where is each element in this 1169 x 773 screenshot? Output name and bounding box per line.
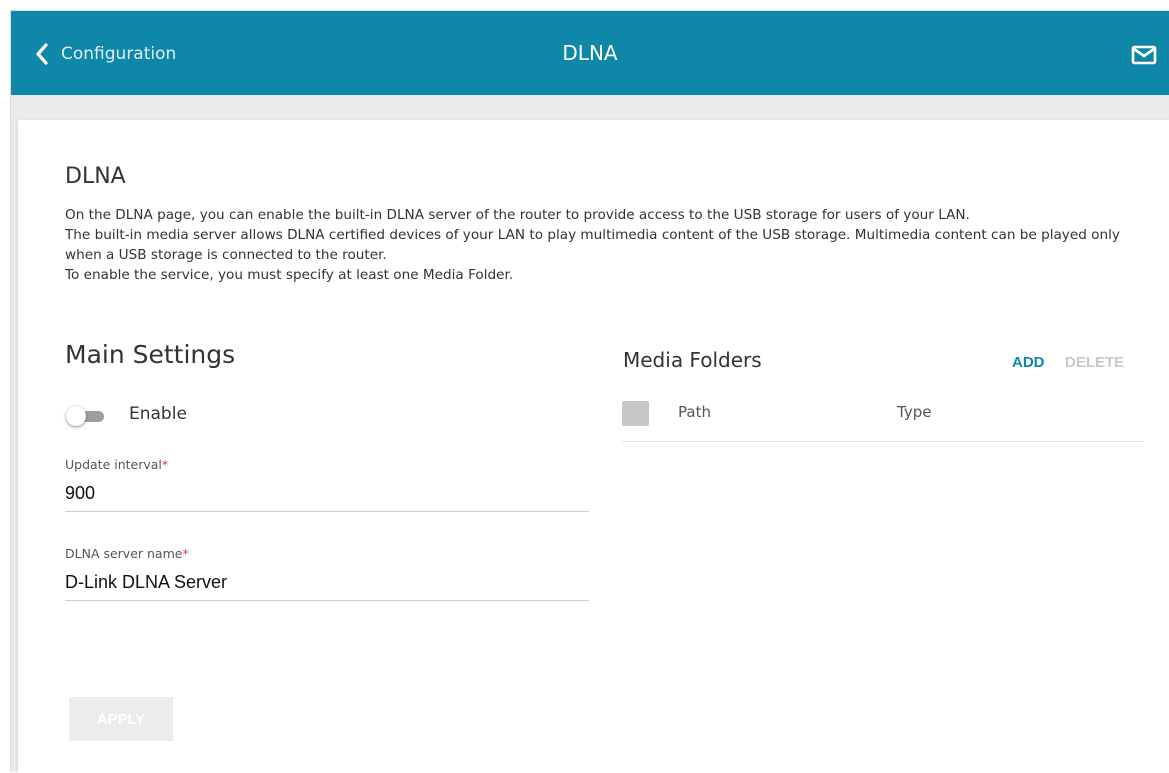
update-interval-input[interactable]: 900 [65, 483, 589, 511]
description-line: On the DLNA page, you can enable the bui… [65, 207, 970, 223]
toggle-knob [66, 406, 86, 426]
envelope-icon[interactable] [1131, 45, 1157, 69]
enable-toggle[interactable] [66, 405, 110, 427]
content-card: DLNA On the DLNA page, you can enable th… [18, 120, 1169, 773]
column-header-path: Path [678, 403, 711, 421]
select-all-checkbox[interactable] [622, 401, 649, 426]
add-button[interactable]: ADD [1012, 354, 1045, 371]
app-window: Configuration DLNA DLNA On the DLNA page… [10, 10, 1169, 773]
apply-button[interactable]: APPLY [69, 697, 173, 741]
required-mark: * [182, 546, 189, 561]
update-interval-label-text: Update interval [65, 457, 162, 472]
server-name-field[interactable]: DLNA server name* D-Link DLNA Server [65, 546, 589, 601]
column-header-type: Type [897, 403, 932, 421]
required-mark: * [161, 457, 169, 472]
section-description: On the DLNA page, you can enable the bui… [65, 205, 1145, 285]
server-name-label: DLNA server name* [65, 546, 589, 564]
delete-button[interactable]: DELETE [1065, 354, 1124, 371]
description-line: To enable the service, you must specify … [65, 267, 514, 283]
media-folders-table-header: Path Type [622, 390, 1144, 442]
server-name-input[interactable]: D-Link DLNA Server [65, 572, 589, 600]
top-bar: Configuration DLNA [11, 11, 1169, 95]
update-interval-field[interactable]: Update interval* 900 [65, 457, 589, 512]
server-name-label-text: DLNA server name [65, 546, 183, 561]
enable-label: Enable [129, 404, 187, 424]
section-title: DLNA [65, 164, 126, 189]
update-interval-label: Update interval* [65, 457, 589, 475]
description-line: The built-in media server allows DLNA ce… [65, 227, 1120, 263]
main-settings-title: Main Settings [65, 340, 236, 369]
media-folders-title: Media Folders [623, 348, 762, 372]
page-title: DLNA [562, 41, 618, 65]
